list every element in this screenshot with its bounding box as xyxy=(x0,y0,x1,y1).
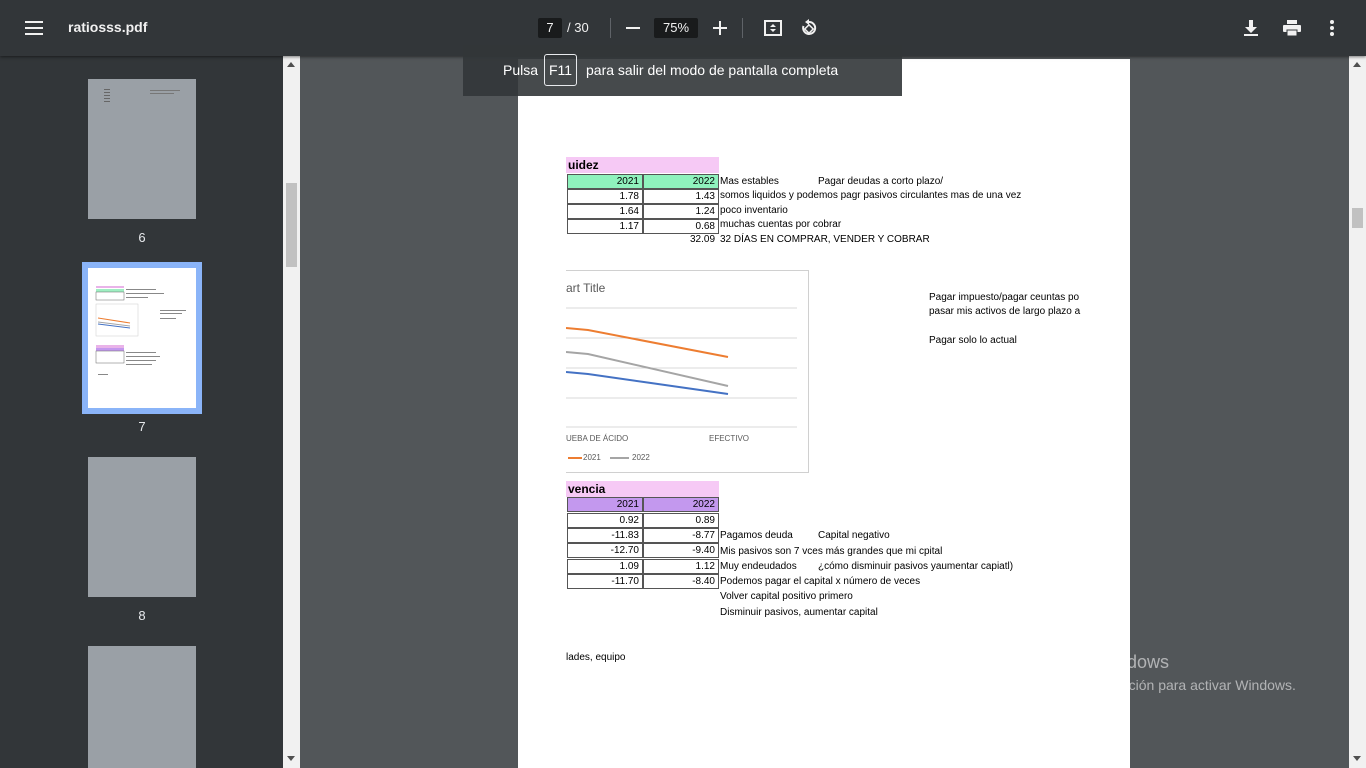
page-thumbnail-8[interactable] xyxy=(88,457,196,597)
note-text: muchas cuentas por cobrar xyxy=(720,219,842,230)
scroll-up-arrow-icon[interactable] xyxy=(287,62,295,67)
menu-icon[interactable] xyxy=(18,12,50,44)
fullscreen-toast: Pulsa F11 para salir del modo de pantall… xyxy=(463,45,902,96)
table-cell: 1.09 xyxy=(567,559,643,574)
scroll-up-arrow-icon[interactable] xyxy=(1353,62,1361,67)
table1-header: 2022 xyxy=(643,174,719,189)
page-separator: / xyxy=(567,20,571,35)
legend-label-2022: 2022 xyxy=(632,453,650,462)
toast-text-before: Pulsa xyxy=(503,62,539,78)
table1-header: 2021 xyxy=(567,174,643,189)
page-thumbnail-7[interactable] xyxy=(88,268,196,408)
plus-icon[interactable] xyxy=(704,12,736,44)
thumbnail-label: 8 xyxy=(138,608,146,623)
x-tick-label: UEBA DE ÁCIDO xyxy=(566,434,629,443)
toolbar-divider xyxy=(610,18,611,38)
note-text: Disminuir pasivos, aumentar capital xyxy=(720,607,878,618)
thumbnail-label: 6 xyxy=(138,230,146,245)
total-pages: 30 xyxy=(574,20,589,35)
series-line-blue xyxy=(566,371,729,395)
print-icon[interactable] xyxy=(1276,12,1308,44)
toast-text-after: para salir del modo de pantalla completa xyxy=(586,62,839,78)
table-cell: -11.70 xyxy=(567,574,643,589)
sidebar-scrollbar[interactable] xyxy=(283,56,300,768)
note-text: somos liquidos y podemos pagr pasivos ci… xyxy=(720,190,1022,201)
table-cell: 1.43 xyxy=(643,189,719,204)
page-number-input[interactable]: 7 xyxy=(538,18,562,38)
fit-page-icon[interactable] xyxy=(757,12,789,44)
series-line-2021 xyxy=(566,327,729,358)
table-cell: 1.78 xyxy=(567,189,643,204)
note-text: Podemos pagar el capital x número de vec… xyxy=(720,576,921,587)
note-text: Capital negativo xyxy=(818,530,890,541)
side-note: Pagar solo lo actual xyxy=(929,335,1017,346)
table1-extra-value: 32.09 xyxy=(690,234,716,245)
table-cell: 0.89 xyxy=(643,513,719,528)
table-cell: 1.64 xyxy=(567,204,643,219)
table-cell: -8.40 xyxy=(643,574,719,589)
table-cell: 0.92 xyxy=(567,513,643,528)
more-vert-icon[interactable] xyxy=(1316,12,1348,44)
note-text: Muy endeudados xyxy=(720,561,797,572)
note-text: Mas estables xyxy=(720,176,779,187)
note-text: poco inventario xyxy=(720,205,788,216)
series-line-2022 xyxy=(566,351,729,387)
page-thumbnail-6[interactable] xyxy=(88,79,196,219)
minus-icon[interactable] xyxy=(617,12,649,44)
note-text: 32 DÍAS EN COMPRAR, VENDER Y COBRAR xyxy=(720,234,930,245)
table-cell: 0.68 xyxy=(643,219,719,234)
document-title: ratiosss.pdf xyxy=(68,19,148,35)
note-text: Volver capital positivo primero xyxy=(720,591,853,602)
footer-text: lades, equipo xyxy=(566,652,626,663)
table2-header: 2022 xyxy=(643,497,719,512)
table-cell: 1.24 xyxy=(643,204,719,219)
table-cell: -9.40 xyxy=(643,543,719,558)
note-text: Pagamos deuda xyxy=(720,530,793,541)
page-thumbnail-9[interactable] xyxy=(88,646,196,768)
side-note: Pagar impuesto/pagar ceuntas po xyxy=(929,292,1080,303)
scroll-down-arrow-icon[interactable] xyxy=(1353,756,1361,761)
legend-label-2021: 2021 xyxy=(583,453,601,462)
toast-key: F11 xyxy=(544,54,577,86)
table2-title: vencia xyxy=(566,481,719,497)
document-viewer: uidez 2021 2022 1.78 1.43 1.64 1.24 1.17… xyxy=(300,56,1349,768)
viewer-scrollbar[interactable] xyxy=(1349,56,1366,768)
side-note: pasar mis activos de largo plazo a xyxy=(929,306,1081,317)
table-cell: -8.77 xyxy=(643,528,719,543)
viewer-scroll-thumb[interactable] xyxy=(1352,208,1363,228)
scroll-down-arrow-icon[interactable] xyxy=(287,756,295,761)
line-chart: art Title UEBA DE ÁCIDO EFECTIVO 2021 20… xyxy=(566,270,809,473)
page-total: / 30 xyxy=(567,20,589,35)
table-cell: 1.17 xyxy=(567,219,643,234)
x-tick-label: EFECTIVO xyxy=(709,434,750,443)
table-cell: 1.12 xyxy=(643,559,719,574)
note-text: Pagar deudas a corto plazo/ xyxy=(818,176,944,187)
activation-watermark-title: Activar Windows xyxy=(1036,652,1170,672)
toolbar-divider xyxy=(742,18,743,38)
table1-title: uidez xyxy=(566,157,719,173)
sidebar-scroll-thumb[interactable] xyxy=(286,183,297,267)
thumbnail-label: 7 xyxy=(138,419,146,434)
zoom-level-input[interactable]: 75% xyxy=(654,18,698,38)
activation-watermark-subtitle: Ve a Configuración para activar Windows. xyxy=(1036,677,1296,693)
download-icon[interactable] xyxy=(1235,12,1267,44)
note-text: ¿cómo disminuir pasivos yaumentar capiat… xyxy=(818,561,1014,572)
note-text: Mis pasivos son 7 vces más grandes que m… xyxy=(720,546,943,557)
rotate-icon[interactable] xyxy=(793,12,825,44)
table-cell: -11.83 xyxy=(567,528,643,543)
table2-header: 2021 xyxy=(567,497,643,512)
table-cell: -12.70 xyxy=(567,543,643,558)
